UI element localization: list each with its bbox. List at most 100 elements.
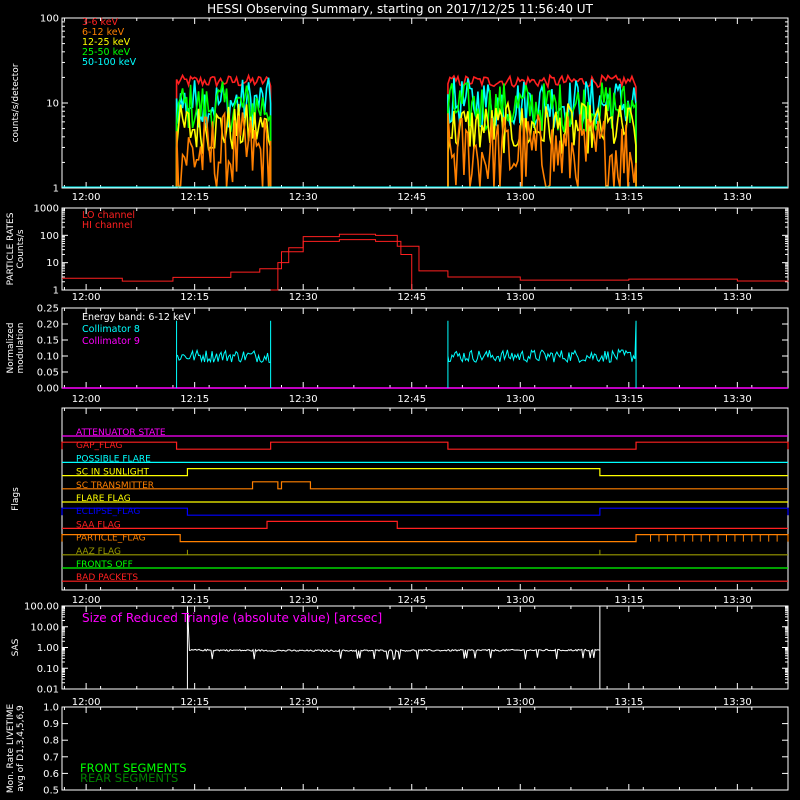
sas-annotation: Size of Reduced Triangle (absolute value… (82, 611, 382, 625)
count-rates-plot: 110100counts/s/detector3-6 keV6-12 keV12… (11, 14, 788, 195)
y-tick-label: 0.8 (43, 736, 59, 747)
y-axis-label: counts/s/detector (11, 63, 21, 142)
y-axis-label: PARTICLE RATES (6, 212, 16, 285)
modulation-plot: 0.00 0.05 0.10 0.15 0.20 0.25 Normalized modula… (6, 304, 788, 395)
x-tick-label: 12:15 (180, 394, 209, 405)
x-tick-label: 12:15 (180, 192, 209, 203)
y-tick-label: 0.7 (43, 752, 59, 763)
series-line (175, 111, 272, 189)
series-line (447, 77, 637, 188)
x-tick-label: 13:30 (723, 697, 752, 708)
flag-label: GAP_FLAG (76, 441, 122, 451)
flag-label: SC TRANSMITTER (76, 481, 154, 491)
panel-2: 12:00 12:15 12:30 12:45 13:00 13:15 13:30 (61, 207, 789, 303)
y-axis-label: Mon. Rate LIVETIME (6, 704, 16, 794)
x-tick-label: 13:00 (506, 697, 535, 708)
y-tick-label: 0.15 (37, 336, 59, 347)
summary-chart: HESSI Observing Summary, starting on 201… (6, 2, 789, 797)
x-tick-label: 12:00 (72, 595, 101, 606)
y-tick-label: 100.00 (24, 602, 59, 613)
y-tick-label: 0.20 (37, 320, 59, 331)
x-tick-label: 12:15 (180, 697, 209, 708)
flag-line (61, 507, 789, 516)
flag-label: ATTENUATOR STATE (76, 428, 166, 438)
x-tick-label: 12:00 (72, 292, 101, 303)
x-tick-label: 13:30 (723, 192, 752, 203)
x-tick-label: 12:45 (397, 192, 426, 203)
flag-line (61, 441, 789, 450)
legend-entry: REAR SEGMENTS (80, 771, 178, 785)
x-tick-label: 12:00 (72, 192, 101, 203)
hi-channel-line (270, 239, 413, 291)
collimator-8-line (176, 320, 272, 388)
y-tick-label: 10 (46, 99, 59, 110)
x-tick-label: 13:30 (723, 292, 752, 303)
legend-entry: Collimator 9 (82, 336, 140, 347)
y-tick-label: 100 (40, 231, 59, 242)
x-tick-label: 13:00 (506, 394, 535, 405)
particle-rates-plot: 1101001000PARTICLE RATES Counts/sLO chann… (6, 204, 789, 297)
x-tick-label: 13:15 (614, 595, 643, 606)
y-axis-label: modulation (16, 323, 26, 374)
x-tick-label: 12:45 (397, 292, 426, 303)
legend-entry: HI channel (82, 220, 133, 231)
y-tick-label: 0.00 (37, 384, 59, 395)
flag-label: ECLIPSE_FLAG (76, 507, 140, 517)
x-tick-label: 12:00 (72, 394, 101, 405)
collimator-8-line (447, 320, 637, 388)
x-tick-label: 12:45 (397, 697, 426, 708)
flag-label: FLARE FLAG (76, 494, 131, 504)
x-tick-label: 12:30 (289, 192, 318, 203)
y-tick-label: 0.9 (43, 719, 59, 730)
flag-line (62, 468, 788, 477)
legend-entry: Collimator 8 (82, 324, 140, 335)
x-tick-label: 13:15 (614, 192, 643, 203)
x-tick-label: 12:30 (289, 595, 318, 606)
chart-title: HESSI Observing Summary, starting on 201… (207, 2, 593, 16)
flag-line (61, 534, 789, 543)
y-tick-label: 0.05 (37, 368, 59, 379)
x-tick-label: 12:15 (180, 292, 209, 303)
x-tick-label: 13:30 (723, 394, 752, 405)
panel-4: 12:00 12:15 12:30 12:45 13:00 13:15 13:30 (61, 407, 789, 606)
x-tick-label: 12:30 (289, 697, 318, 708)
panel-1: 12:00 12:15 12:30 12:45 13:00 13:15 13:30 (61, 17, 789, 203)
series-line (447, 73, 637, 188)
x-tick-label: 13:30 (723, 595, 752, 606)
y-tick-label: 0.25 (37, 304, 59, 315)
panel-frame (61, 17, 789, 189)
y-tick-label: 10 (46, 258, 59, 269)
x-tick-label: 13:00 (506, 595, 535, 606)
y-tick-label: 100 (40, 14, 59, 25)
x-tick-label: 12:15 (180, 595, 209, 606)
panel-frame (61, 207, 789, 291)
flag-label: POSSIBLE FLARE (76, 454, 151, 464)
y-tick-label: 10.00 (30, 622, 59, 633)
flag-label: BAD PACKETS (76, 573, 138, 583)
y-axis-label: Flags (11, 487, 21, 511)
x-tick-label: 13:15 (614, 394, 643, 405)
energy-band-label: Energy band: 6-12 keV (82, 312, 191, 323)
x-tick-label: 12:00 (72, 697, 101, 708)
x-tick-label: 12:45 (397, 595, 426, 606)
flag-line (62, 481, 788, 490)
y-tick-label: 1000 (34, 204, 59, 215)
y-tick-label: 0.01 (37, 685, 59, 696)
y-tick-label: 1.0 (43, 703, 59, 714)
flag-label: FRONTS OFF (76, 560, 133, 570)
y-tick-label: 1 (53, 286, 59, 297)
flag-label: PARTICLE_FLAG (76, 534, 146, 544)
panel-frame (61, 407, 789, 591)
x-tick-label: 13:00 (506, 192, 535, 203)
legend-entry: 50-100 keV (82, 57, 137, 68)
sas-plot: 0.01 0.10 1.00 10.00 100.00 SAS Size of Reduce… (11, 602, 788, 696)
y-tick-label: 0.5 (43, 786, 59, 797)
flag-label: AAZ FLAG (76, 547, 121, 557)
x-tick-label: 12:30 (289, 394, 318, 405)
hessi-observing-summary: HESSI Observing Summary, starting on 201… (0, 0, 800, 800)
x-tick-label: 13:15 (614, 697, 643, 708)
y-tick-label: 0.10 (37, 664, 59, 675)
y-axis-label: SAS (11, 638, 21, 656)
y-axis-label: Normalized (6, 322, 16, 373)
y-tick-label: 0.10 (37, 352, 59, 363)
